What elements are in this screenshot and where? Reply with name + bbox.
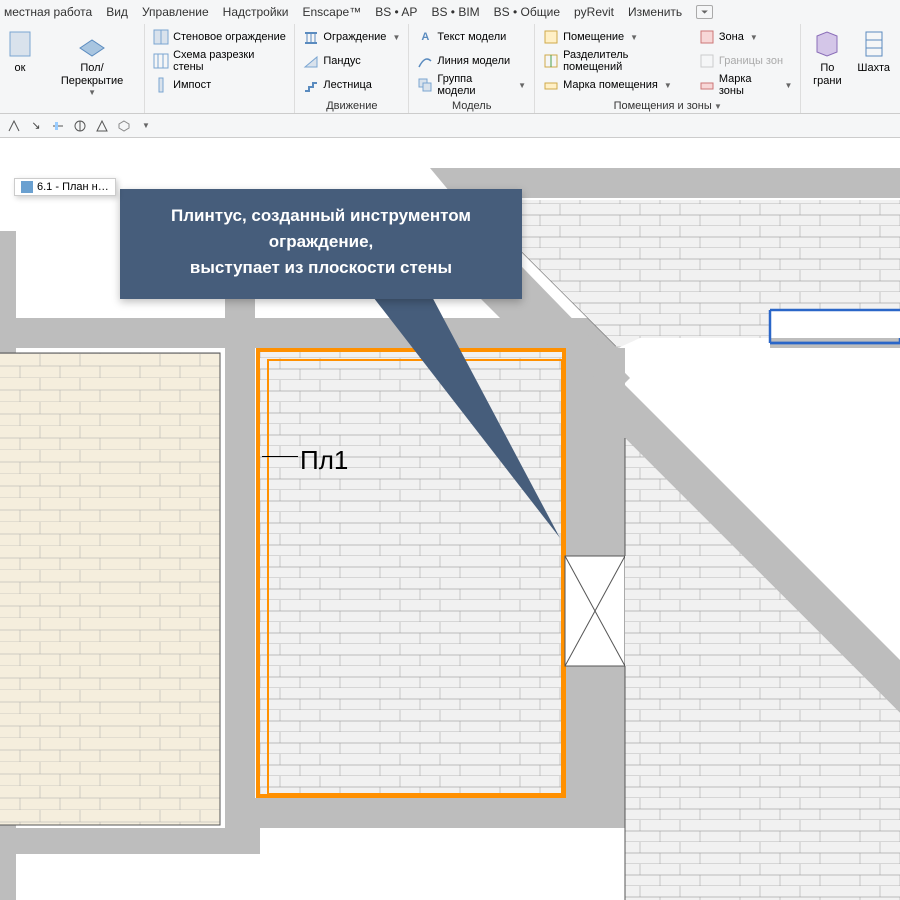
callout-text: ограждение, xyxy=(138,229,504,255)
view-icon xyxy=(21,181,33,193)
room-button[interactable]: Помещение▼ xyxy=(541,26,691,48)
room-tag-leader xyxy=(262,456,298,457)
ribbon-panel-curtain: Стеновое ограждение Схема разрезки стены… xyxy=(145,24,295,113)
chevron-down-icon: ▼ xyxy=(664,81,672,90)
ribbon-panel-build: ок Пол/Перекрытие ▼ xyxy=(0,24,145,113)
menu-item[interactable]: Управление xyxy=(142,5,209,19)
mullion-icon xyxy=(153,77,169,93)
stair-button[interactable]: Лестница xyxy=(301,74,402,96)
menu-item[interactable]: BS • AP xyxy=(375,5,417,19)
chevron-down-icon: ▼ xyxy=(88,88,96,97)
room-separator-button[interactable]: Разделитель помещений xyxy=(541,50,691,72)
area-icon xyxy=(699,29,715,45)
callout-text: Плинтус, созданный инструментом xyxy=(138,203,504,229)
chevron-down-icon: ▼ xyxy=(392,33,400,42)
area-boundary-button: Границы зон xyxy=(697,50,795,72)
curtain-wall-button[interactable]: Стеновое ограждение xyxy=(151,26,288,48)
column-button[interactable]: ок xyxy=(0,26,40,112)
view-tab-label: 6.1 - План н… xyxy=(37,181,109,193)
quick-access-toolbar: ↘ ▼ xyxy=(0,114,900,138)
floor-button[interactable]: Пол/Перекрытие ▼ xyxy=(46,26,138,112)
menu-item[interactable]: pyRevit xyxy=(574,5,614,19)
chevron-down-icon: ▼ xyxy=(784,81,792,90)
view-tab[interactable]: 6.1 - План н… xyxy=(14,178,116,196)
menu-item[interactable]: BS • Общие xyxy=(494,5,560,19)
menu-item[interactable]: Изменить xyxy=(628,5,682,19)
panel-label: Движение xyxy=(301,98,402,112)
room-separator-icon xyxy=(543,53,559,69)
ribbon-panel-circulation: Ограждение▼ Пандус Лестница Движение xyxy=(295,24,409,113)
menu-item[interactable]: Enscape™ xyxy=(303,5,362,19)
menu-item[interactable]: Вид xyxy=(106,5,128,19)
shaft-icon xyxy=(858,28,890,60)
menu-item[interactable]: Надстройки xyxy=(223,5,289,19)
by-face-button[interactable]: По грани xyxy=(807,26,847,112)
modify-icon[interactable] xyxy=(6,118,22,134)
curtain-grid-button[interactable]: Схема разрезки стены xyxy=(151,50,288,72)
curtain-grid-icon xyxy=(153,53,169,69)
model-line-button[interactable]: Линия модели xyxy=(415,50,528,72)
menu-expand-icon[interactable]: ⏷ xyxy=(696,5,713,19)
panel-label: Модель xyxy=(415,98,528,112)
area-boundary-icon xyxy=(699,53,715,69)
annotation-callout: Плинтус, созданный инструментом огражден… xyxy=(120,189,522,299)
model-line-icon xyxy=(417,53,433,69)
hex-icon[interactable] xyxy=(116,118,132,134)
drawing-canvas[interactable]: Плинтус, созданный инструментом огражден… xyxy=(0,138,900,900)
railing-icon xyxy=(303,29,319,45)
railing-button[interactable]: Ограждение▼ xyxy=(301,26,402,48)
model-group-button[interactable]: Группа модели▼ xyxy=(415,74,528,96)
curtain-wall-icon xyxy=(153,29,169,45)
area-button[interactable]: Зона▼ xyxy=(697,26,795,48)
chevron-down-icon[interactable]: ▼ xyxy=(138,118,154,134)
floor-icon xyxy=(76,28,108,60)
ribbon: ок Пол/Перекрытие ▼ Стеновое ограждение … xyxy=(0,24,900,114)
callout-text: выступает из плоскости стены xyxy=(138,255,504,281)
pin-icon[interactable]: ↘ xyxy=(28,118,44,134)
menu-item[interactable]: BS • BIM xyxy=(431,5,479,19)
menubar: местная работа Вид Управление Надстройки… xyxy=(0,0,900,24)
panel-label[interactable]: Помещения и зоны xyxy=(541,98,794,112)
thin-lines-icon[interactable] xyxy=(72,118,88,134)
ribbon-panel-rooms: Помещение▼ Разделитель помещений Марка п… xyxy=(535,24,801,113)
room-tag-label: Пл1 xyxy=(300,445,348,476)
chevron-down-icon: ▼ xyxy=(518,81,526,90)
ramp-button[interactable]: Пандус xyxy=(301,50,402,72)
mullion-button[interactable]: Импост xyxy=(151,74,288,96)
align-icon[interactable] xyxy=(50,118,66,134)
model-text-icon: A xyxy=(417,29,433,45)
model-group-icon xyxy=(417,77,433,93)
room-tag-button[interactable]: Марка помещения▼ xyxy=(541,74,691,96)
area-tag-icon xyxy=(699,77,715,93)
ramp-icon xyxy=(303,53,319,69)
room-icon xyxy=(543,29,559,45)
ribbon-panel-opening: По грани Шахта xyxy=(801,24,900,113)
chevron-down-icon: ▼ xyxy=(750,33,758,42)
chevron-down-icon: ▼ xyxy=(630,33,638,42)
area-tag-button[interactable]: Марка зоны▼ xyxy=(697,74,795,96)
by-face-icon xyxy=(811,28,843,60)
shaft-button[interactable]: Шахта xyxy=(853,26,894,112)
ribbon-panel-model: AТекст модели Линия модели Группа модели… xyxy=(409,24,535,113)
menu-item[interactable]: местная работа xyxy=(4,5,92,19)
model-text-button[interactable]: AТекст модели xyxy=(415,26,528,48)
column-icon xyxy=(4,28,36,60)
stair-icon xyxy=(303,77,319,93)
section-box-icon[interactable] xyxy=(94,118,110,134)
room-tag-icon xyxy=(543,77,559,93)
